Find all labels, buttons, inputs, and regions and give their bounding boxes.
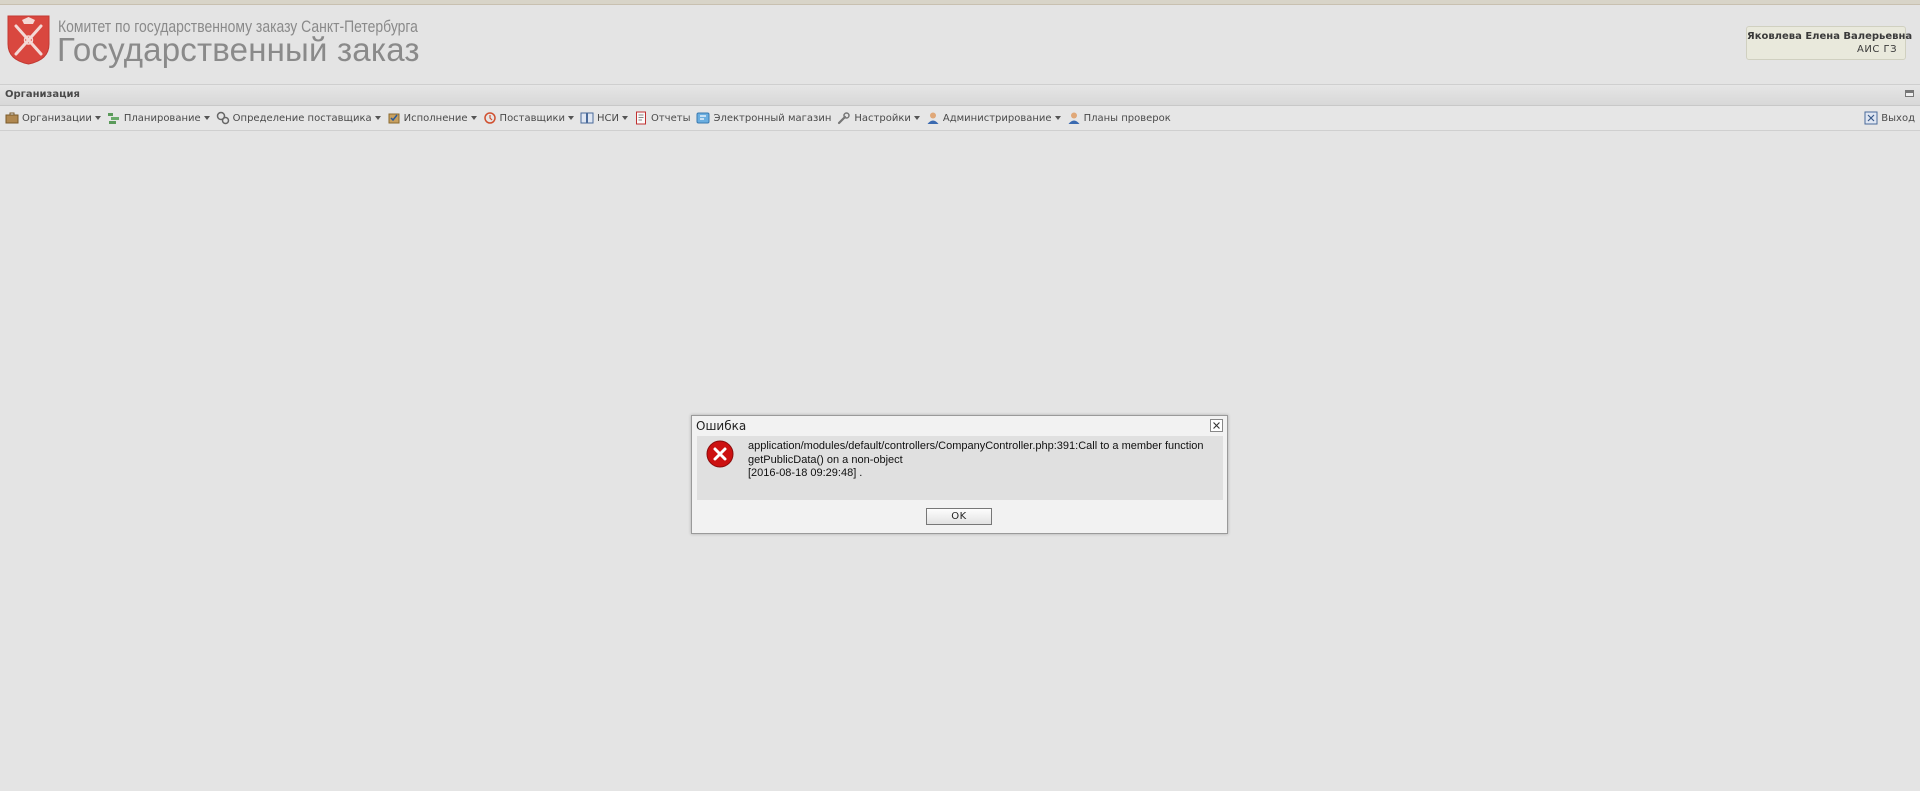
user-name: Яковлева Елена Валерьевна — [1747, 31, 1913, 42]
error-dialog: Ошибка application/modules/default/contr… — [691, 415, 1228, 534]
error-message-line: getPublicData() on a non-object — [748, 453, 903, 466]
briefcase-icon — [5, 112, 19, 124]
exit-icon — [1864, 111, 1878, 125]
menu-item-administration[interactable]: Администрирование — [925, 108, 1064, 128]
menu-label: Организации — [22, 112, 92, 124]
error-message: application/modules/default/controllers/… — [748, 440, 1218, 481]
panel-header: Организация — [0, 84, 1920, 106]
menu-label: Поставщики — [499, 112, 565, 124]
chevron-down-icon — [913, 116, 920, 120]
app-title: Государственный заказ — [57, 31, 420, 68]
shop-icon — [696, 112, 710, 124]
menu-item-organizations[interactable]: Организации — [4, 108, 104, 128]
wrench-icon — [838, 112, 851, 125]
menu-label: НСИ — [597, 112, 619, 124]
dialog-body: application/modules/default/controllers/… — [697, 436, 1223, 500]
menu-item-inspection-plans[interactable]: Планы проверок — [1066, 108, 1174, 128]
suppliers-icon — [483, 112, 496, 124]
app-header: Комитет по государственному заказу Санкт… — [0, 5, 1920, 81]
gears-icon — [216, 111, 229, 125]
menu-label: Планирование — [123, 112, 201, 124]
menu-label: Планы проверок — [1083, 112, 1171, 124]
menu-item-execution[interactable]: Исполнение — [386, 108, 480, 128]
error-icon — [706, 440, 734, 468]
ok-button[interactable]: OK — [926, 508, 992, 525]
chevron-down-icon — [1054, 116, 1061, 120]
menu-label: Электронный магазин — [713, 112, 832, 124]
inspection-user-icon — [1068, 112, 1080, 124]
chevron-down-icon — [374, 116, 381, 120]
menu-item-settings[interactable]: Настройки — [836, 108, 922, 128]
collapse-panel-button[interactable] — [1905, 90, 1914, 97]
exit-button[interactable]: Выход — [1864, 108, 1915, 128]
error-timestamp: [2016-08-18 09:29:48] . — [748, 467, 863, 479]
dialog-title: Ошибка — [696, 419, 747, 433]
menu-label: Администрирование — [942, 112, 1052, 124]
chevron-down-icon — [621, 116, 628, 120]
menu-items: Организации Планирование Определение пос… — [4, 106, 1176, 130]
menu-label: Настройки — [854, 112, 911, 124]
menu-label: Отчеты — [650, 112, 691, 124]
admin-user-icon — [927, 112, 939, 124]
menu-item-planning[interactable]: Планирование — [106, 108, 213, 128]
menu-item-supplier-determination[interactable]: Определение поставщика — [215, 108, 384, 128]
menu-item-nsi[interactable]: НСИ — [579, 108, 631, 128]
user-info-box: Яковлева Елена Валерьевна АИС ГЗ — [1746, 26, 1913, 60]
page: Комитет по государственному заказу Санкт… — [0, 0, 1920, 791]
chevron-down-icon — [203, 116, 210, 120]
reference-book-icon — [580, 112, 594, 124]
plan-list-icon — [107, 113, 119, 124]
main-menubar: Организации Планирование Определение пос… — [0, 106, 1920, 131]
execution-icon — [388, 113, 400, 124]
system-name: АИС ГЗ — [1857, 44, 1897, 55]
chevron-down-icon — [470, 116, 477, 120]
menu-label: Исполнение — [403, 112, 468, 124]
menu-item-suppliers[interactable]: Поставщики — [482, 108, 577, 128]
chevron-down-icon — [94, 116, 101, 120]
menu-label: Определение поставщика — [232, 112, 372, 124]
panel-title: Организация — [5, 89, 80, 100]
close-icon[interactable] — [1210, 419, 1223, 432]
chevron-down-icon — [568, 116, 574, 120]
dialog-header: Ошибка — [692, 416, 1227, 435]
error-message-line: application/modules/default/controllers/… — [748, 440, 1204, 452]
exit-label: Выход — [1881, 112, 1915, 124]
spb-emblem-logo — [7, 15, 50, 65]
menu-item-reports[interactable]: Отчеты — [633, 108, 693, 128]
menu-item-e-shop[interactable]: Электронный магазин — [695, 108, 834, 128]
report-icon — [635, 111, 646, 125]
